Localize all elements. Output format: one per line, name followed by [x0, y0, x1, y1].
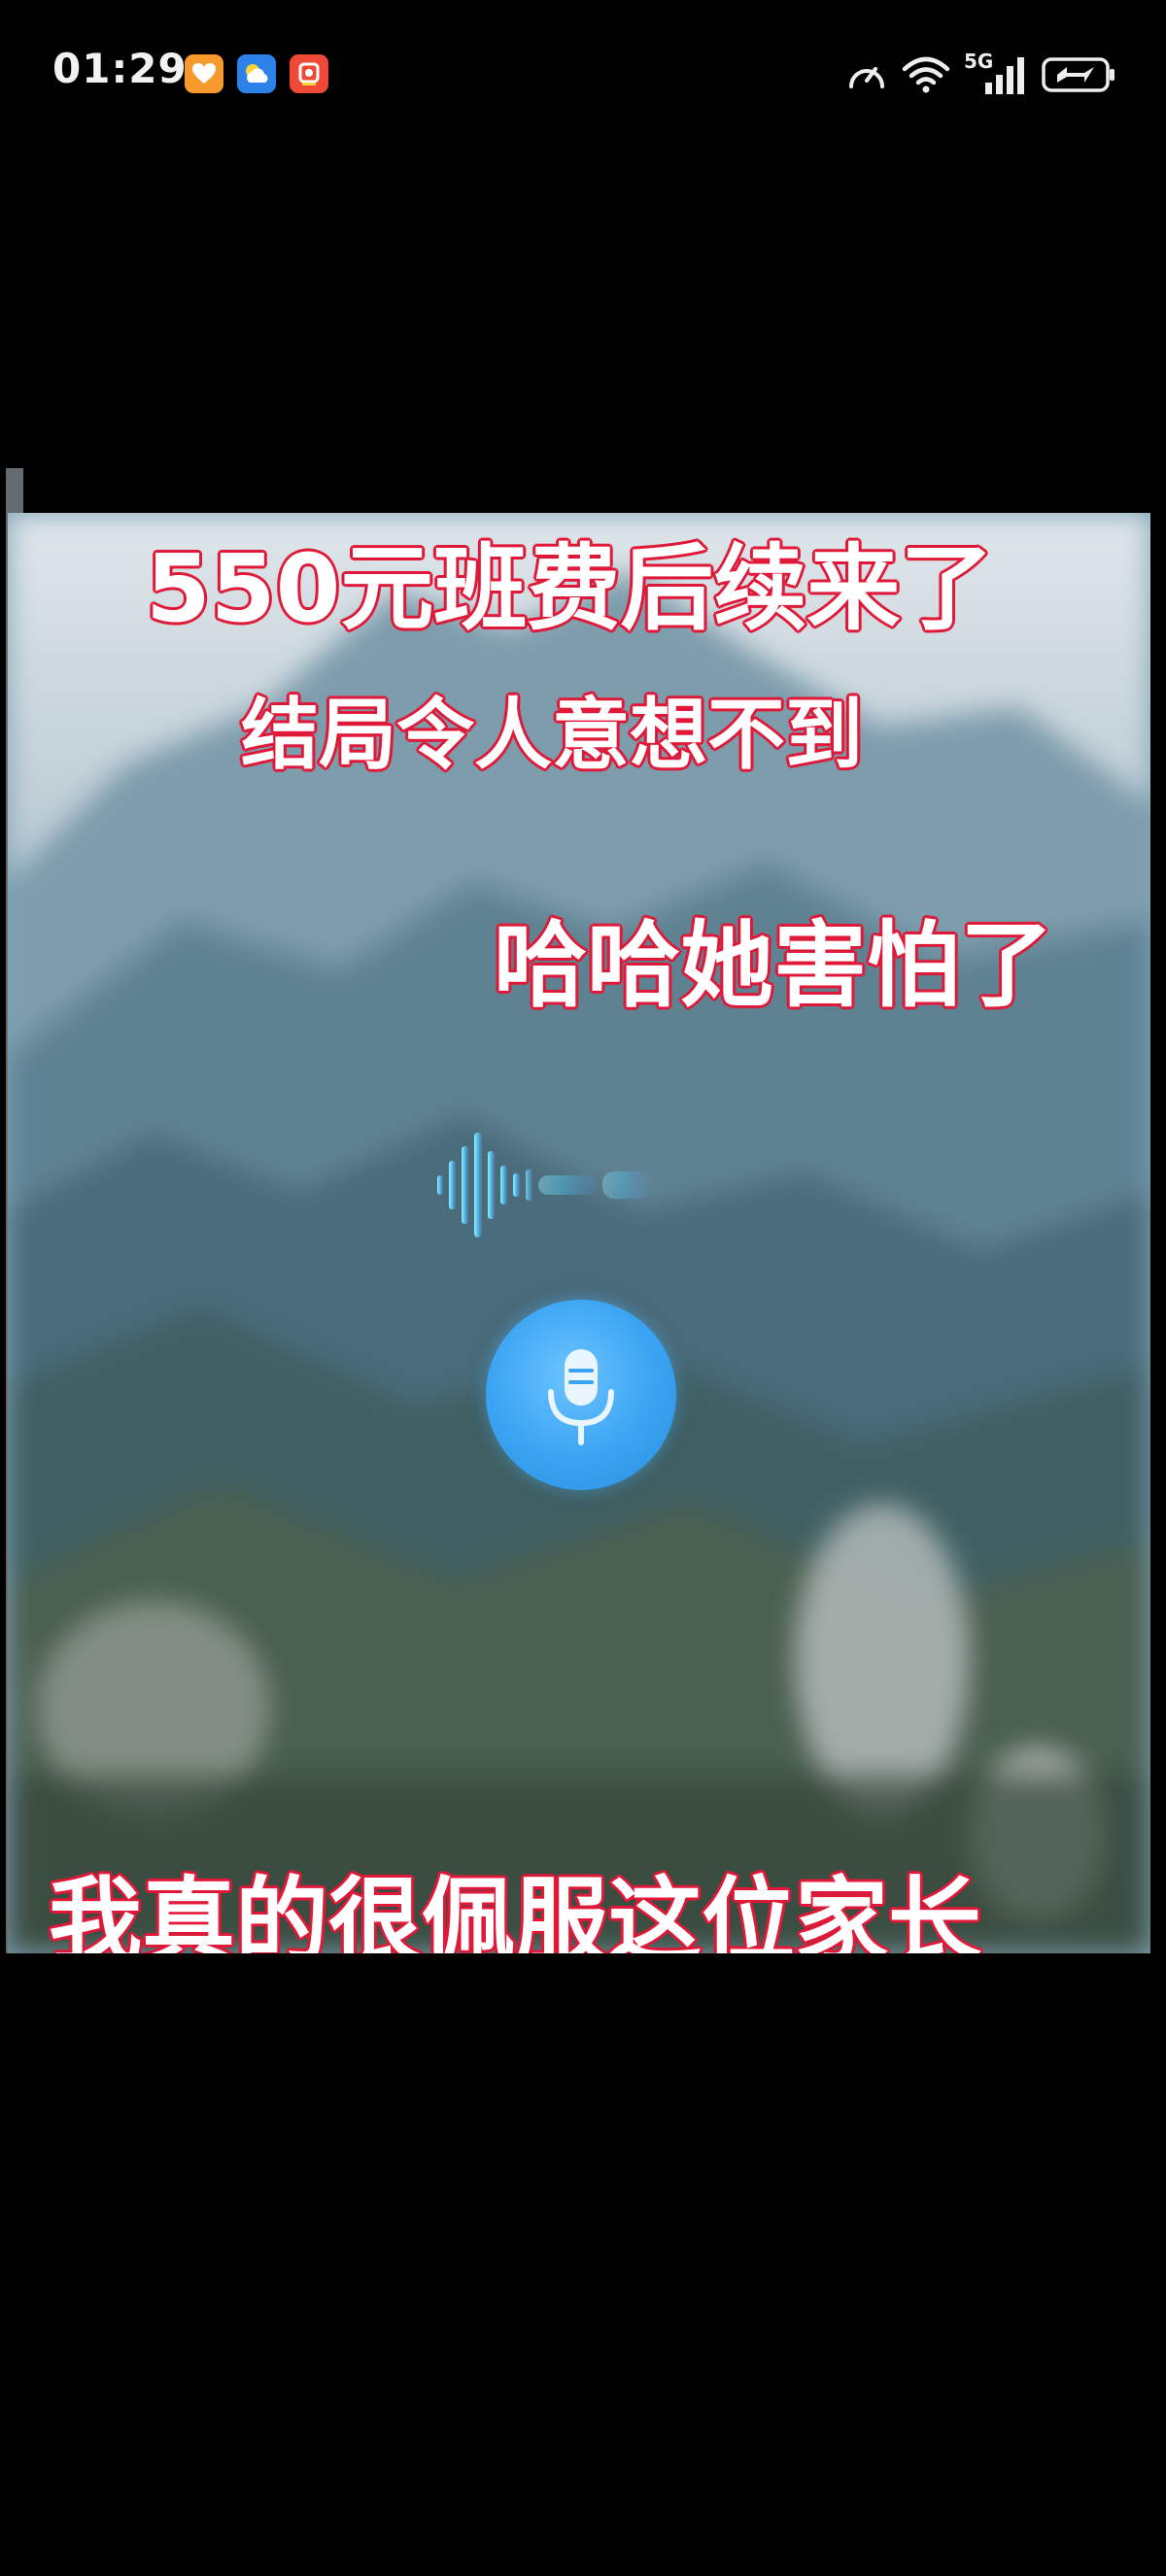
wifi-icon [902, 56, 950, 93]
weather-app-icon [237, 54, 276, 93]
orange-heart-app-icon [185, 54, 223, 93]
voice-input-button[interactable] [486, 1300, 676, 1490]
microphone-icon [548, 1349, 614, 1445]
status-bar: 01:29 5G [0, 0, 1166, 146]
status-time: 01:29 [52, 45, 188, 92]
battery-charging-icon [1042, 57, 1115, 92]
status-indicators: 5G [845, 50, 1115, 99]
signal-5g-icon: 5G [964, 50, 1028, 96]
caption-laugh: 哈哈她害怕了 [494, 911, 1053, 1020]
red-camera-app-icon [290, 54, 328, 93]
speed-icon [849, 67, 884, 88]
bottom-area [0, 1953, 1166, 2576]
caption-title: 550元班费后续来了 [146, 534, 994, 643]
voice-waveform-icon [437, 1133, 651, 1237]
caption-subtitle: 结局令人意想不到 [241, 690, 863, 780]
